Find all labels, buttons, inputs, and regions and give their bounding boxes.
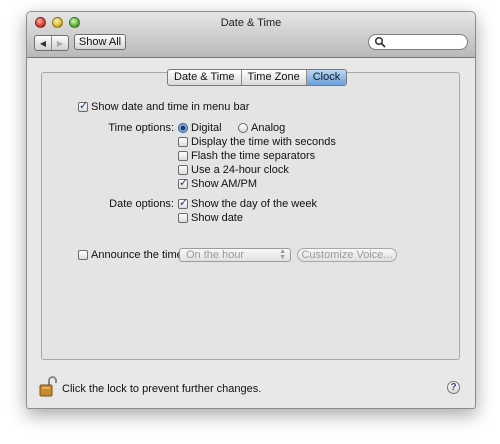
show-date-row[interactable]: Show date: [178, 212, 243, 224]
flash-separators-row[interactable]: Flash the time separators: [178, 150, 315, 162]
show-ampm-label: Show AM/PM: [191, 178, 258, 190]
show-ampm-row[interactable]: Show AM/PM: [178, 176, 258, 190]
customize-voice-button[interactable]: Customize Voice...: [297, 248, 397, 262]
digital-radio[interactable]: [178, 123, 188, 133]
time-options-label: Time options:: [108, 122, 174, 134]
analog-radio[interactable]: [238, 123, 248, 133]
search-field[interactable]: [368, 34, 468, 50]
analog-row[interactable]: Analog: [238, 122, 285, 134]
use-24-hour-checkbox[interactable]: [178, 165, 188, 175]
announce-checkbox[interactable]: [78, 250, 88, 260]
show-in-menu-bar-checkbox[interactable]: [78, 99, 88, 112]
use-24-hour-row[interactable]: Use a 24-hour clock: [178, 164, 289, 176]
show-date-checkbox[interactable]: [178, 213, 188, 223]
flash-separators-label: Flash the time separators: [191, 150, 316, 162]
window-title: Date & Time: [220, 17, 282, 29]
digital-label: Digital: [191, 122, 222, 134]
toolbar: Date & Time ◀ ▶ Show All: [27, 12, 475, 58]
tab-time-zone[interactable]: Time Zone: [240, 70, 306, 85]
announce-interval-value: On the hour: [186, 249, 245, 261]
show-day-of-week-checkbox[interactable]: [178, 196, 188, 209]
preferences-window: Date & Time ◀ ▶ Show All Date & Time Tim…: [26, 11, 476, 409]
back-forward-group: ◀ ▶: [34, 35, 69, 51]
tab-clock[interactable]: Clock: [305, 70, 347, 85]
show-all-button[interactable]: Show All: [74, 34, 126, 50]
analog-label: Analog: [251, 122, 286, 134]
display-seconds-label: Display the time with seconds: [191, 136, 336, 148]
search-icon: [374, 36, 386, 48]
popup-arrows-icon: ▲ ▼: [279, 248, 286, 261]
use-24-hour-label: Use a 24-hour clock: [191, 164, 289, 176]
show-in-menu-bar-label: Show date and time in menu bar: [91, 101, 250, 113]
clock-panel: [41, 72, 460, 360]
display-seconds-checkbox[interactable]: [178, 137, 188, 147]
show-date-label: Show date: [191, 212, 243, 224]
digital-row[interactable]: Digital: [178, 122, 222, 134]
display-seconds-row[interactable]: Display the time with seconds: [178, 136, 336, 148]
flash-separators-checkbox[interactable]: [178, 151, 188, 161]
tab-date-time[interactable]: Date & Time: [168, 70, 241, 85]
announce-label: Announce the time:: [91, 249, 186, 261]
show-ampm-checkbox[interactable]: [178, 176, 188, 189]
lock-icon[interactable]: [39, 375, 57, 397]
show-day-of-week-label: Show the day of the week: [191, 198, 317, 210]
forward-arrow-icon: ▶: [56, 38, 64, 48]
date-options-label: Date options:: [109, 198, 174, 210]
tab-bar: Date & Time Time Zone Clock: [167, 69, 348, 86]
announce-interval-popup[interactable]: On the hour ▲ ▼: [179, 248, 291, 262]
help-button[interactable]: ?: [447, 381, 460, 394]
back-button[interactable]: ◀: [35, 36, 51, 50]
lock-message: Click the lock to prevent further change…: [62, 383, 262, 395]
announce-row[interactable]: Announce the time:: [78, 249, 186, 261]
back-arrow-icon: ◀: [39, 38, 47, 48]
show-in-menu-bar-row[interactable]: Show date and time in menu bar: [78, 99, 250, 113]
forward-button[interactable]: ▶: [51, 36, 68, 50]
show-day-of-week-row[interactable]: Show the day of the week: [178, 196, 317, 210]
